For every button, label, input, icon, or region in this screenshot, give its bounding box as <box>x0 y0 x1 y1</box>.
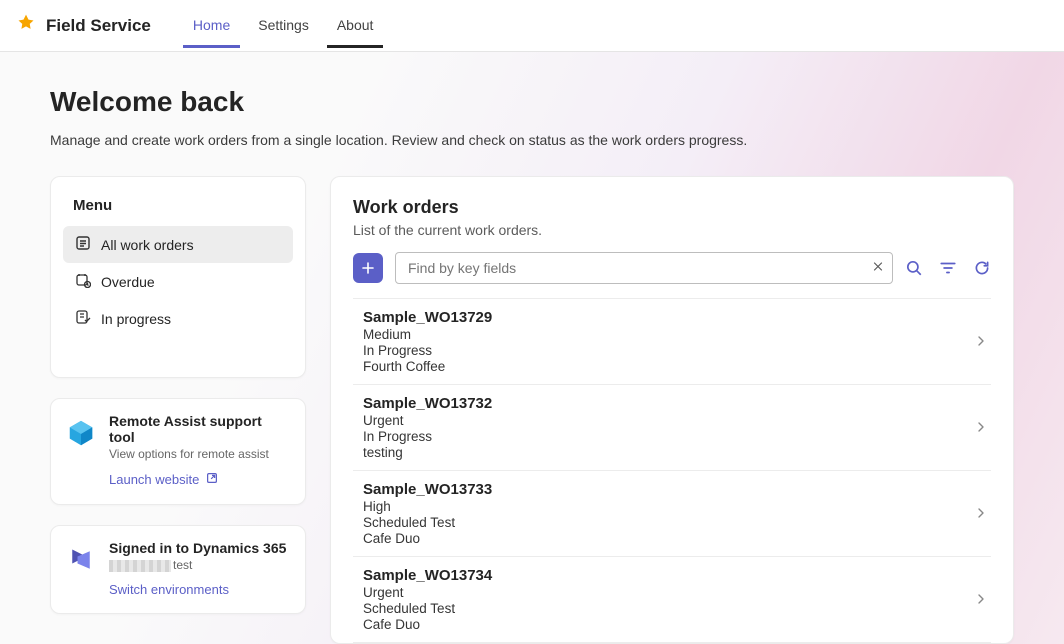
tab-about[interactable]: About <box>327 3 384 48</box>
page: Welcome back Manage and create work orde… <box>0 52 1064 644</box>
hero: Welcome back Manage and create work orde… <box>20 76 1044 176</box>
work-order-account: Cafe Duo <box>363 531 492 546</box>
work-order-account: Fourth Coffee <box>363 359 492 374</box>
work-orders-toolbar <box>353 252 991 298</box>
remote-assist-title: Remote Assist support tool <box>109 413 291 445</box>
work-order-name: Sample_WO13733 <box>363 481 492 498</box>
work-order-name: Sample_WO13729 <box>363 309 492 326</box>
chevron-right-icon <box>975 592 987 608</box>
menu-item-label: All work orders <box>101 237 194 253</box>
tab-settings[interactable]: Settings <box>248 3 319 48</box>
signin-env-suffix: test <box>173 558 192 572</box>
menu-item-label: Overdue <box>101 274 155 290</box>
work-order-status: Scheduled Test <box>363 515 492 530</box>
work-order-priority: Medium <box>363 327 492 342</box>
menu-card: Menu All work orders <box>50 176 306 378</box>
app-name: Field Service <box>46 16 151 36</box>
work-orders-title: Work orders <box>353 197 991 218</box>
page-subtitle: Manage and create work orders from a sin… <box>50 132 1014 148</box>
toolbar-icons <box>905 259 991 277</box>
menu-title: Menu <box>63 197 293 226</box>
work-orders-card: Work orders List of the current work ord… <box>330 176 1014 644</box>
redacted-env-prefix <box>109 560 171 572</box>
clear-search-icon[interactable] <box>871 260 885 277</box>
remote-assist-card: Remote Assist support tool View options … <box>50 398 306 505</box>
signin-env: test <box>109 558 286 572</box>
dynamics-icon <box>65 544 97 576</box>
menu-item-overdue[interactable]: Overdue <box>63 263 293 300</box>
open-external-icon <box>205 471 219 488</box>
search-input[interactable] <box>395 252 893 284</box>
work-order-priority: Urgent <box>363 585 492 600</box>
work-order-priority: Urgent <box>363 413 492 428</box>
work-order-status: Scheduled Test <box>363 601 492 616</box>
work-order-account: testing <box>363 445 492 460</box>
launch-website-link[interactable]: Launch website <box>109 471 219 488</box>
top-bar: Field Service Home Settings About <box>0 0 1064 52</box>
tab-home[interactable]: Home <box>183 3 240 48</box>
left-column: Menu All work orders <box>50 176 306 614</box>
work-order-row[interactable]: Sample_WO13729MediumIn ProgressFourth Co… <box>353 299 991 385</box>
work-order-row[interactable]: Sample_WO13733HighScheduled TestCafe Duo <box>353 471 991 557</box>
link-label: Launch website <box>109 472 199 487</box>
hexagon-icon <box>65 417 97 449</box>
overdue-icon <box>75 272 91 291</box>
nav-tabs: Home Settings About <box>183 3 384 48</box>
work-order-priority: High <box>363 499 492 514</box>
search-wrap <box>395 252 893 284</box>
page-title: Welcome back <box>50 86 1014 118</box>
menu-item-label: In progress <box>101 311 171 327</box>
search-icon[interactable] <box>905 259 923 277</box>
work-orders-subtitle: List of the current work orders. <box>353 222 991 238</box>
add-work-order-button[interactable] <box>353 253 383 283</box>
signin-card: Signed in to Dynamics 365 test Switch en… <box>50 525 306 614</box>
remote-assist-subtitle: View options for remote assist <box>109 447 291 461</box>
inprogress-icon <box>75 309 91 328</box>
app-logo-icon <box>16 13 36 38</box>
filter-icon[interactable] <box>939 259 957 277</box>
work-orders-list: Sample_WO13729MediumIn ProgressFourth Co… <box>353 298 991 643</box>
brand: Field Service <box>16 13 151 38</box>
switch-environments-link[interactable]: Switch environments <box>109 582 229 597</box>
work-order-status: In Progress <box>363 429 492 444</box>
chevron-right-icon <box>975 506 987 522</box>
work-order-name: Sample_WO13732 <box>363 395 492 412</box>
menu-item-all-work-orders[interactable]: All work orders <box>63 226 293 263</box>
refresh-icon[interactable] <box>973 259 991 277</box>
menu-item-in-progress[interactable]: In progress <box>63 300 293 337</box>
signin-title: Signed in to Dynamics 365 <box>109 540 286 556</box>
chevron-right-icon <box>975 334 987 350</box>
work-order-account: Cafe Duo <box>363 617 492 632</box>
work-order-name: Sample_WO13734 <box>363 567 492 584</box>
link-label: Switch environments <box>109 582 229 597</box>
work-order-row[interactable]: Sample_WO13732UrgentIn Progresstesting <box>353 385 991 471</box>
work-order-row[interactable]: Sample_WO13734UrgentScheduled TestCafe D… <box>353 557 991 643</box>
list-icon <box>75 235 91 254</box>
work-order-status: In Progress <box>363 343 492 358</box>
chevron-right-icon <box>975 420 987 436</box>
